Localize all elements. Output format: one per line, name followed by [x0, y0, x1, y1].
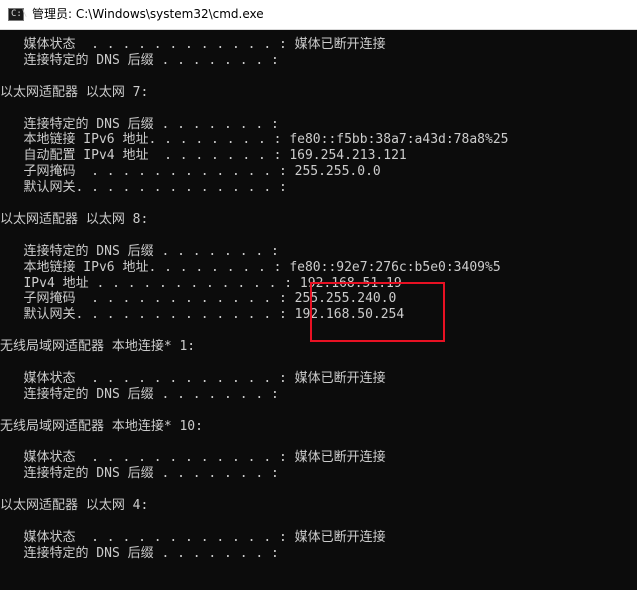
console-line: 媒体状态 . . . . . . . . . . . . : 媒体已断开连接 — [0, 37, 386, 52]
console-line: 子网掩码 . . . . . . . . . . . . : 255.255.0… — [0, 164, 381, 180]
highlight-annotation — [310, 282, 445, 342]
console-line: 以太网适配器 以太网 7: — [0, 84, 149, 100]
cmd-window: C:\ 管理员: C:\Windows\system32\cmd.exe 媒体状… — [0, 0, 637, 590]
console-line: 连接特定的 DNS 后缀 . . . . . . . : — [0, 243, 279, 259]
console-line: 无线局域网适配器 本地连接* 10: — [0, 418, 203, 434]
console-line: 连接特定的 DNS 后缀 . . . . . . . : — [0, 52, 279, 68]
console-line: 连接特定的 DNS 后缀 . . . . . . . : — [0, 116, 279, 132]
console-line: 无线局域网适配器 本地连接* 1: — [0, 339, 196, 355]
console-line: 以太网适配器 以太网 4: — [0, 498, 149, 514]
console-line: 默认网关. . . . . . . . . . . . . : — [0, 180, 287, 196]
console-line: 媒体状态 . . . . . . . . . . . . : 媒体已断开连接 — [0, 370, 386, 386]
console-line: 以太网适配器 以太网 8: — [0, 211, 149, 227]
console-line: 媒体状态 . . . . . . . . . . . . : 媒体已断开连接 — [0, 450, 386, 466]
title-bar[interactable]: C:\ 管理员: C:\Windows\system32\cmd.exe — [0, 0, 637, 30]
console-line: 本地链接 IPv6 地址. . . . . . . . : fe80::f5bb… — [0, 132, 509, 148]
console-line: 自动配置 IPv4 地址 . . . . . . . : 169.254.213… — [0, 148, 407, 164]
console-line: 连接特定的 DNS 后缀 . . . . . . . : — [0, 466, 279, 482]
console-line: 连接特定的 DNS 后缀 . . . . . . . : — [0, 545, 279, 561]
console-line: 本地链接 IPv6 地址. . . . . . . . : fe80::92e7… — [0, 259, 501, 275]
window-title: 管理员: C:\Windows\system32\cmd.exe — [32, 7, 264, 21]
console-line: 连接特定的 DNS 后缀 . . . . . . . : — [0, 386, 279, 402]
console-line: 媒体状态 . . . . . . . . . . . . : 媒体已断开连接 — [0, 529, 386, 545]
cmd-icon: C:\ — [8, 8, 27, 21]
